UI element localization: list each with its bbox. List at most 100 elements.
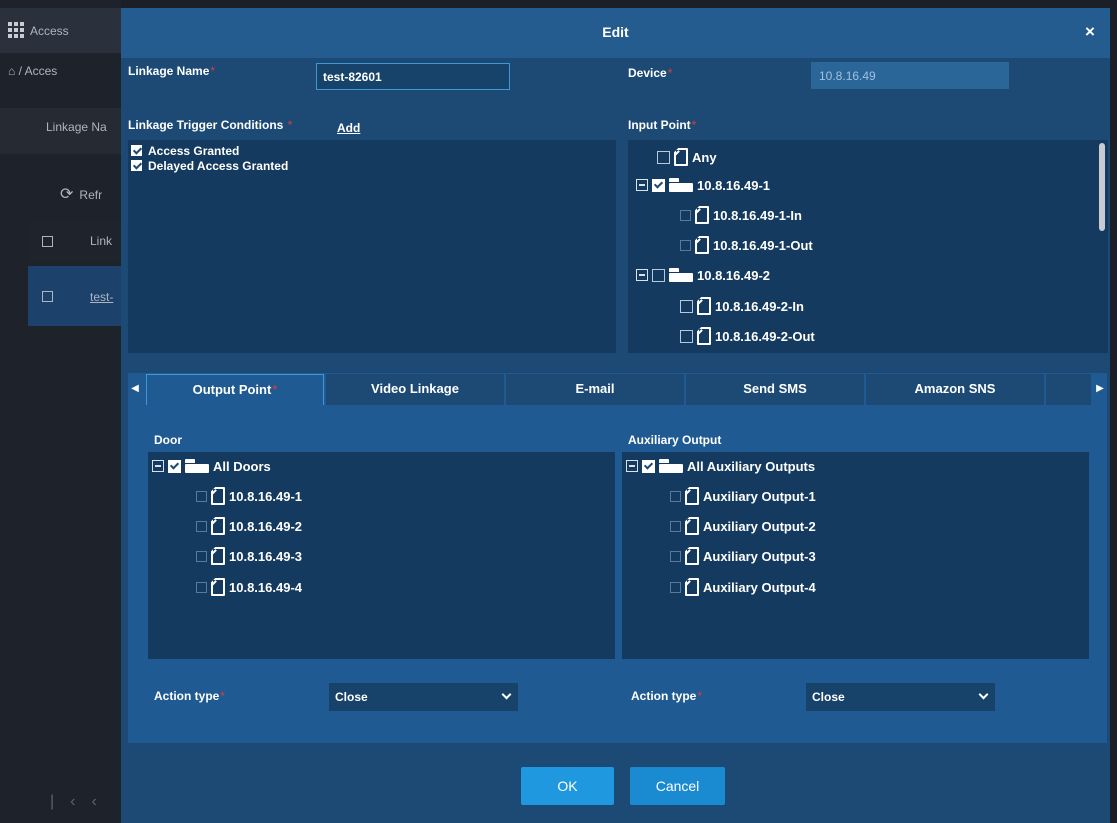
tree-item-any[interactable]: Any [657, 146, 721, 168]
file-icon [685, 487, 699, 505]
row-checkbox[interactable] [42, 291, 53, 302]
checkbox-checked[interactable] [131, 160, 142, 171]
refresh-button[interactable]: ⟳ Refr [60, 184, 102, 204]
folder-icon [669, 268, 693, 282]
tab-scroll-left-icon[interactable]: ◀ [128, 373, 142, 405]
file-icon [685, 578, 699, 596]
tree-item-all-auxiliary[interactable]: All Auxiliary Outputs [626, 455, 819, 477]
tree-item-input[interactable]: 10.8.16.49-2-In [680, 295, 808, 317]
cancel-button[interactable]: Cancel [630, 767, 725, 805]
tree-item-device-1[interactable]: 10.8.16.49-1 [636, 174, 774, 196]
apps-grid-icon[interactable] [8, 22, 24, 38]
tree-item-door[interactable]: 10.8.16.49-2 [196, 515, 306, 537]
input-point-label: Input Point* [628, 118, 697, 132]
home-icon[interactable]: ⌂ [8, 64, 15, 78]
dialog-title-bar: Edit × [121, 8, 1110, 58]
tab-more[interactable] [1046, 374, 1091, 405]
collapse-icon[interactable] [152, 460, 164, 472]
tab-send-sms[interactable]: Send SMS [686, 374, 864, 405]
tree-item-auxiliary[interactable]: Auxiliary Output-4 [670, 576, 820, 598]
folder-icon [659, 459, 683, 473]
checkbox[interactable] [657, 150, 670, 164]
tree-item-auxiliary[interactable]: Auxiliary Output-3 [670, 545, 820, 567]
trigger-item-access-granted[interactable]: Access Granted [128, 143, 616, 158]
door-tree: All Doors 10.8.16.49-1 10.8.16.49-2 10.8… [148, 452, 615, 659]
checkbox-checked[interactable] [652, 178, 665, 192]
tab-scroll-right-icon[interactable]: ▶ [1093, 373, 1107, 405]
tab-amazon-sns[interactable]: Amazon SNS [866, 374, 1044, 405]
file-icon [211, 578, 225, 596]
scrollbar[interactable] [1099, 143, 1105, 231]
checkbox-checked[interactable] [642, 459, 655, 473]
tree-item-input[interactable]: 10.8.16.49-2-Out [680, 325, 819, 347]
row-name-link[interactable]: test- [90, 290, 113, 304]
checkbox[interactable] [680, 299, 693, 313]
file-icon [697, 327, 711, 345]
file-icon [211, 487, 225, 505]
tree-item-auxiliary[interactable]: Auxiliary Output-1 [670, 485, 820, 507]
tree-item-auxiliary[interactable]: Auxiliary Output-2 [670, 515, 820, 537]
tab-email[interactable]: E-mail [506, 374, 684, 405]
linkage-name-label: Linkage Name* [128, 64, 216, 78]
background-app: Access ⌂ / Acces Linkage Na ⟳ Refr Link t… [0, 0, 121, 823]
file-icon [695, 206, 709, 224]
file-icon [685, 517, 699, 535]
folder-icon [669, 178, 693, 192]
linkage-name-input[interactable] [316, 63, 510, 90]
file-icon [685, 547, 699, 565]
checkbox[interactable] [196, 550, 207, 562]
device-label: Device* [628, 66, 673, 80]
collapse-icon[interactable] [636, 179, 648, 191]
checkbox[interactable] [670, 581, 681, 593]
tab-video-linkage[interactable]: Video Linkage [326, 374, 504, 405]
checkbox[interactable] [196, 520, 207, 532]
checkbox[interactable] [670, 520, 681, 532]
breadcrumb: ⌂ / Acces [8, 64, 58, 78]
file-icon [697, 297, 711, 315]
table-header: Link [28, 222, 121, 262]
file-icon [674, 148, 688, 166]
checkbox[interactable] [670, 550, 681, 562]
checkbox[interactable] [680, 239, 691, 251]
filter-label: Linkage Na [0, 108, 121, 154]
tree-item-door[interactable]: 10.8.16.49-3 [196, 545, 306, 567]
tree-item-door[interactable]: 10.8.16.49-1 [196, 485, 306, 507]
file-icon [211, 517, 225, 535]
checkbox[interactable] [652, 268, 665, 282]
auxiliary-action-type-select[interactable]: Close [806, 683, 995, 711]
checkbox[interactable] [680, 209, 691, 221]
refresh-icon: ⟳ [60, 186, 74, 203]
edit-dialog: Edit × Linkage Name* Device* 10.8.16.49 … [121, 8, 1110, 823]
collapse-icon[interactable] [636, 269, 648, 281]
table-row[interactable]: test- [28, 266, 121, 326]
file-icon [211, 547, 225, 565]
tab-output-point[interactable]: Output Point* [146, 374, 324, 405]
checkbox[interactable] [196, 581, 207, 593]
app-title: Access [30, 23, 69, 38]
chevron-down-icon [501, 689, 512, 700]
checkbox[interactable] [196, 490, 207, 502]
auxiliary-action-type-label: Action type* [631, 689, 703, 703]
trigger-item-delayed-access-granted[interactable]: Delayed Access Granted [128, 158, 616, 173]
tree-item-device-2[interactable]: 10.8.16.49-2 [636, 264, 774, 286]
ok-button[interactable]: OK [521, 767, 614, 805]
checkbox-checked[interactable] [168, 459, 181, 473]
device-field: 10.8.16.49 [811, 62, 1009, 89]
tree-item-input[interactable]: 10.8.16.49-1-Out [680, 234, 817, 256]
door-action-type-select[interactable]: Close [329, 683, 518, 711]
checkbox-checked[interactable] [131, 145, 142, 156]
prev-page-icon[interactable]: ‹ [91, 793, 112, 810]
output-point-panel: Door All Doors 10.8.16.49-1 10.8.16.49-2… [128, 405, 1107, 743]
tree-item-all-doors[interactable]: All Doors [152, 455, 275, 477]
checkbox[interactable] [680, 329, 693, 343]
add-trigger-link[interactable]: Add [337, 121, 360, 135]
checkbox[interactable] [670, 490, 681, 502]
trigger-list: Access Granted Delayed Access Granted [128, 140, 616, 353]
select-all-checkbox[interactable] [42, 236, 53, 247]
tree-item-input[interactable]: 10.8.16.49-1-In [680, 204, 806, 226]
input-point-tree: Any 10.8.16.49-1 10.8.16.49-1-In 10.8.16… [628, 140, 1108, 353]
collapse-icon[interactable] [626, 460, 638, 472]
first-page-icon[interactable]: |‹ [50, 793, 91, 810]
tree-item-door[interactable]: 10.8.16.49-4 [196, 576, 306, 598]
close-icon[interactable]: × [1078, 20, 1102, 44]
